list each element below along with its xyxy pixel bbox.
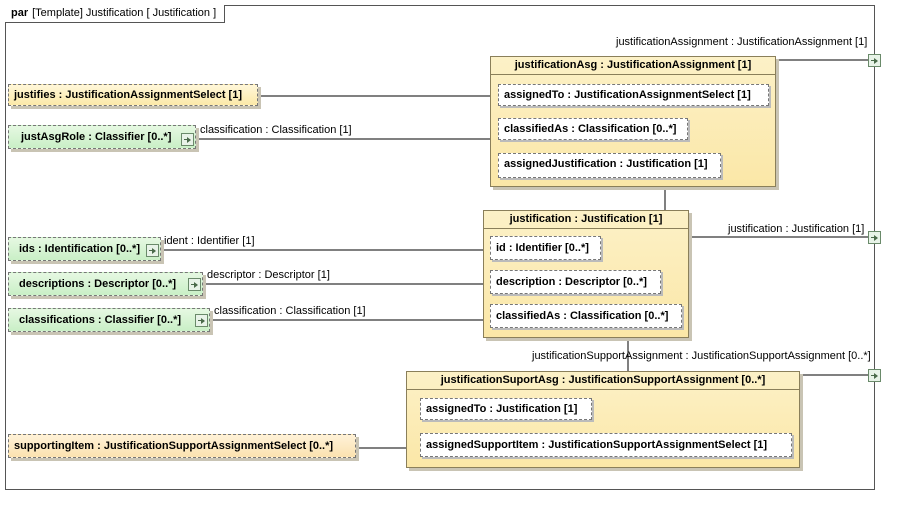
justification-port-label: justification : Justification [1] — [728, 223, 865, 235]
support-asg-title: justificationSuportAsg : JustificationSu… — [440, 374, 766, 386]
classification-connector-label-2: classification : Classification [1] — [214, 305, 366, 317]
justifies-label: justifies : JustificationAssignmentSelec… — [14, 89, 242, 101]
classifications-port[interactable] — [195, 314, 208, 327]
assigned-justification-label: assignedJustification : Justification [1… — [504, 158, 708, 170]
classifications-label: classifications : Classifier [0..*] — [19, 314, 182, 326]
classifications-part[interactable]: classifications : Classifier [0..*] — [8, 308, 210, 332]
justification-divider — [484, 228, 688, 229]
classified-as-part[interactable]: classifiedAs : Classification [0..*] — [498, 118, 688, 140]
just-asg-role-port[interactable] — [181, 133, 194, 146]
assignment-port-label: justificationAssignment : JustificationA… — [616, 36, 868, 48]
assigned-support-item-label: assignedSupportItem : JustificationSuppo… — [426, 439, 768, 451]
id-part[interactable]: id : Identifier [0..*] — [490, 236, 601, 260]
classification-connector-label-1: classification : Classification [1] — [200, 124, 352, 136]
id-label: id : Identifier [0..*] — [496, 242, 589, 254]
ids-part[interactable]: ids : Identification [0..*] — [8, 237, 161, 261]
just-asg-role-label: justAsgRole : Classifier [0..*] — [21, 131, 172, 143]
ids-port[interactable] — [146, 244, 159, 257]
supporting-item-part[interactable]: supportingItem : JustificationSupportAss… — [8, 434, 356, 458]
supporting-item-label: supportingItem : JustificationSupportAss… — [14, 440, 334, 452]
support-port-label: justificationSupportAssignment : Justifi… — [532, 350, 871, 362]
classified-as-label: classifiedAs : Classification [0..*] — [504, 123, 677, 135]
descriptions-label: descriptions : Descriptor [0..*] — [19, 278, 177, 290]
just-asg-role-part[interactable]: justAsgRole : Classifier [0..*] — [8, 125, 196, 149]
assignment-boundary-port[interactable] — [868, 54, 881, 67]
ids-label: ids : Identification [0..*] — [19, 243, 141, 255]
description-label: description : Descriptor [0..*] — [496, 276, 647, 288]
descriptor-connector-label: descriptor : Descriptor [1] — [207, 269, 330, 281]
justification-title: justification : Justification [1] — [509, 213, 663, 225]
justification-asg-divider — [491, 74, 775, 75]
support-assigned-to-part[interactable]: assignedTo : Justification [1] — [420, 398, 592, 420]
ident-connector-label: ident : Identifier [1] — [164, 235, 255, 247]
assigned-justification-part[interactable]: assignedJustification : Justification [1… — [498, 153, 721, 178]
descriptions-port[interactable] — [188, 278, 201, 291]
descriptions-part[interactable]: descriptions : Descriptor [0..*] — [8, 272, 203, 296]
assigned-support-item-part[interactable]: assignedSupportItem : JustificationSuppo… — [420, 433, 792, 457]
description-part[interactable]: description : Descriptor [0..*] — [490, 270, 661, 294]
assigned-to-label: assignedTo : JustificationAssignmentSele… — [504, 89, 751, 101]
support-assigned-to-label: assignedTo : Justification [1] — [426, 403, 578, 415]
justification-classified-as-label: classifiedAs : Classification [0..*] — [496, 310, 669, 322]
justification-asg-title: justificationAsg : JustificationAssignme… — [514, 59, 752, 71]
justification-classified-as-part[interactable]: classifiedAs : Classification [0..*] — [490, 304, 682, 328]
justification-boundary-port[interactable] — [868, 231, 881, 244]
support-boundary-port[interactable] — [868, 369, 881, 382]
support-asg-divider — [407, 389, 799, 390]
justifies-part[interactable]: justifies : JustificationAssignmentSelec… — [8, 84, 258, 106]
assigned-to-part[interactable]: assignedTo : JustificationAssignmentSele… — [498, 84, 769, 106]
